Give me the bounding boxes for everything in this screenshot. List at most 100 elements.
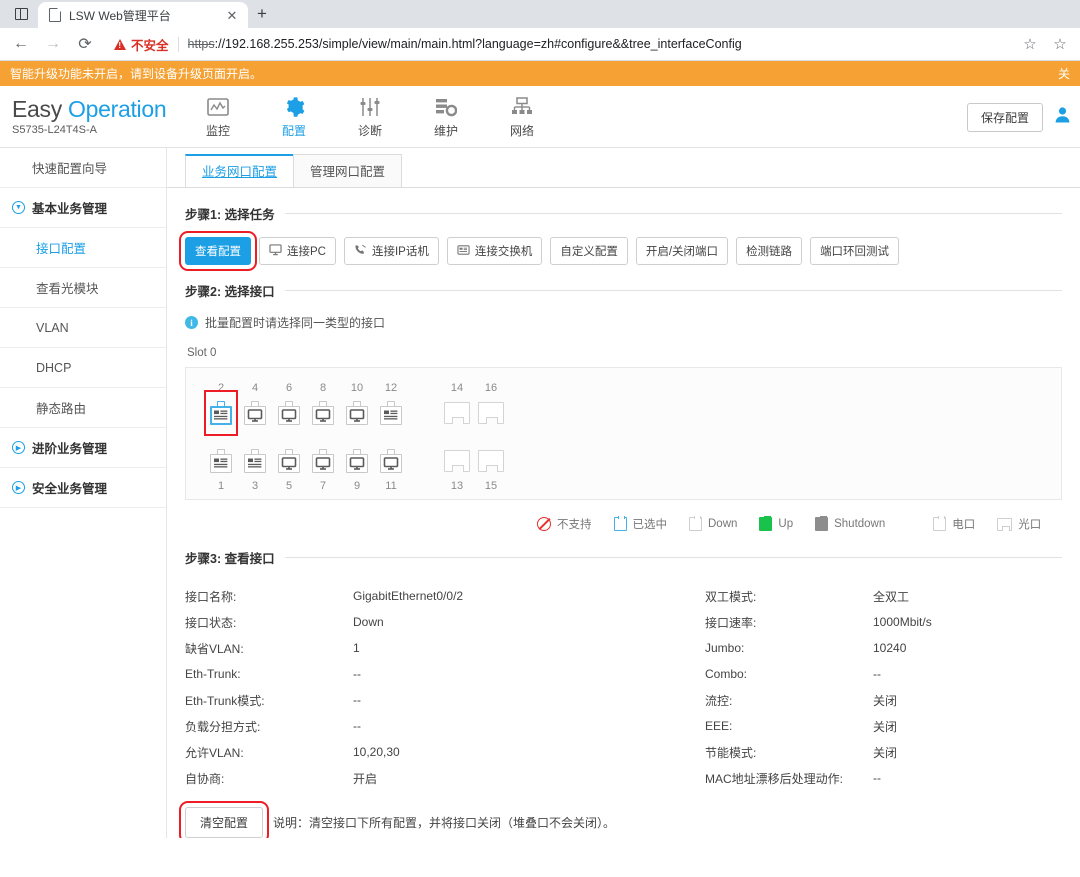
port-copper-switch-icon-12 [380,401,402,425]
interface-detail-right: 双工模式: 全双工 接口速率: 1000Mbit/s Jumbo: 10240 … [705,583,932,791]
detail-row-interface-name: 接口名称: GigabitEthernet0/0/2 [185,583,705,609]
port-10[interactable]: 10 [340,380,374,430]
port-number-3: 3 [251,480,259,492]
security-status-label: 不安全 [131,38,169,53]
port-6[interactable]: 6 [272,380,306,430]
sidebar: 快速配置向导 ▼ 基本业务管理 接口配置 查看光模块 VLAN DHCP 静态路… [0,148,167,838]
task-button-connect-pc[interactable]: 连接PC [259,237,336,265]
port-cell-12[interactable] [380,396,402,430]
tab-management-port-config[interactable]: 管理网口配置 [293,154,403,187]
batch-config-hint-text: 批量配置时请选择同一类型的接口 [205,316,386,330]
nav-item-config[interactable]: 配置 [256,94,332,139]
port-cell-14[interactable] [444,396,470,430]
port-shutdown-icon [815,516,829,531]
security-status[interactable]: 不安全 [114,35,169,54]
port-cell-4[interactable] [244,396,266,430]
port-8[interactable]: 8 [306,380,340,430]
port-cell-16[interactable] [478,396,504,430]
port-cell-2[interactable] [204,390,238,436]
sidebar-group-basic[interactable]: ▼ 基本业务管理 [0,188,166,228]
port-cell-7[interactable] [312,444,334,478]
detail-row-load-balance: 负载分担方式: -- [185,713,705,739]
port-copper-pc-icon-6 [278,401,300,425]
sidebar-item-vlan[interactable]: VLAN [0,308,166,348]
browser-tab[interactable]: LSW Web管理平台 ✕ [38,2,248,28]
port-15[interactable]: 15 [474,444,508,494]
banner-close-icon[interactable]: 关 [1058,65,1070,82]
app-header: Easy Operation S5735-L24T4S-A 监控 配置 诊断 维… [0,86,1080,148]
sidebar-group-security[interactable]: ▶ 安全业务管理 [0,468,166,508]
sidebar-item-dhcp[interactable]: DHCP [0,348,166,388]
port-4[interactable]: 4 [238,380,272,430]
sidebar-item-optical-module[interactable]: 查看光模块 [0,268,166,308]
bookmark-list-icon[interactable]: ☆ [1046,30,1074,58]
step3-heading: 步骤3: 查看接口 [185,548,1062,567]
task-button-view-config[interactable]: 查看配置 [179,231,257,271]
port-1[interactable]: 1 [204,444,238,494]
save-config-button[interactable]: 保存配置 [966,102,1043,132]
new-tab-button[interactable]: + [248,0,276,28]
detail-label-load-balance: 负载分担方式: [185,719,261,734]
port-fiber-icon-15 [478,450,504,473]
task-button-custom-config[interactable]: 自定义配置 [550,237,628,265]
port-12[interactable]: 12 [374,380,408,430]
nav-item-network[interactable]: 网络 [484,94,560,139]
port-cell-9[interactable] [346,444,368,478]
detail-label-eth-trunk-mode: Eth-Trunk模式: [185,693,265,708]
nav-item-maintenance[interactable]: 维护 [408,94,484,139]
port-cell-1[interactable] [210,444,232,478]
port-cell-15[interactable] [478,444,504,478]
port-cell-5[interactable] [278,444,300,478]
port-7[interactable]: 7 [306,444,340,494]
nav-item-monitor[interactable]: 监控 [180,94,256,139]
port-cell-10[interactable] [346,396,368,430]
port-cell-6[interactable] [278,396,300,430]
detail-label-allowed-vlan: 允许VLAN: [185,745,244,760]
detail-value-power-save: 关闭 [873,745,898,760]
detail-label-interface-status: 接口状态: [185,615,237,630]
close-icon[interactable]: ✕ [224,7,240,23]
port-cell-13[interactable] [444,444,470,478]
port-cell-3[interactable] [244,444,266,478]
port-14[interactable]: 14 [440,380,474,430]
reload-button[interactable]: ⟳ [70,30,100,58]
user-icon[interactable] [1055,106,1070,128]
port-11[interactable]: 11 [374,444,408,494]
port-cell-11[interactable] [380,444,402,478]
clear-config-button[interactable]: 清空配置 [178,801,270,838]
task-button-loopback-test[interactable]: 端口环回测试 [810,237,900,265]
port-cell-8[interactable] [312,396,334,430]
detail-label-jumbo: Jumbo: [705,641,745,655]
port-3[interactable]: 3 [238,444,272,494]
task-label-connect-switch: 连接交换机 [474,246,533,258]
browser-toolbar: ← → ⟳ 不安全 https://192.168.255.253/simple… [0,28,1080,61]
bookmark-star-icon[interactable]: ☆ [1016,30,1044,58]
nav-item-diagnose[interactable]: 诊断 [332,94,408,139]
task-button-connect-ip-phone[interactable]: 连接IP话机 [343,237,439,265]
nav-label-network: 网络 [509,124,534,138]
port-2[interactable]: 2 [204,380,238,436]
sidebar-label-advanced: 进阶业务管理 [32,442,108,456]
sidebar-item-interface-config[interactable]: 接口配置 [0,228,166,268]
detail-label-mac-flap-action: MAC地址漂移后处理动作: [705,771,844,786]
task-button-toggle-port[interactable]: 开启/关闭端口 [635,237,729,265]
port-5[interactable]: 5 [272,444,306,494]
sidebar-item-static-route[interactable]: 静态路由 [0,388,166,428]
forward-button[interactable]: → [38,30,68,58]
sidebar-label-security: 安全业务管理 [32,482,108,496]
address-bar[interactable]: 不安全 https://192.168.255.253/simple/view/… [106,31,1014,57]
brand-easy-text: Easy [12,95,62,122]
sidebar-group-advanced[interactable]: ▶ 进阶业务管理 [0,428,166,468]
task-button-connect-switch[interactable]: 连接交换机 [446,237,543,265]
detail-value-mac-flap-action: -- [873,771,881,785]
back-button[interactable]: ← [6,30,36,58]
detail-value-combo: -- [873,667,881,681]
port-9[interactable]: 9 [340,444,374,494]
sidebar-item-quick-wizard[interactable]: 快速配置向导 [0,148,166,188]
port-16[interactable]: 16 [474,380,508,430]
tab-search-icon[interactable] [4,0,38,28]
tab-service-port-config[interactable]: 业务网口配置 [185,154,295,187]
port-13[interactable]: 13 [440,444,474,494]
port-number-11: 11 [385,480,397,492]
task-button-check-link[interactable]: 检测链路 [736,237,803,265]
